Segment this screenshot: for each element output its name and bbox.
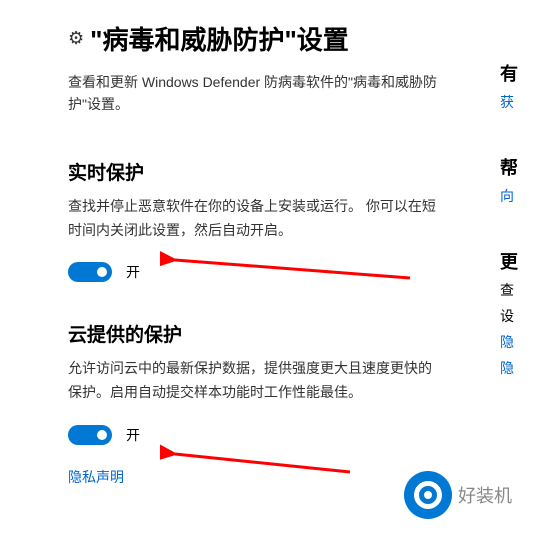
cloud-toggle-label: 开 <box>126 425 140 445</box>
realtime-title: 实时保护 <box>68 158 440 185</box>
privacy-link[interactable]: 隐私声明 <box>68 467 124 487</box>
right-heading-3: 更 <box>500 248 536 274</box>
page-header: ⚙ "病毒和威胁防护"设置 <box>68 20 440 57</box>
watermark: 好装机 <box>404 471 512 519</box>
right-heading-1: 有 <box>500 60 536 86</box>
section-realtime: 实时保护 查找并停止恶意软件在你的设备上安装或运行。 你可以在短时间内关闭此设置… <box>68 158 440 283</box>
cloud-title: 云提供的保护 <box>68 320 440 347</box>
cloud-desc: 允许访问云中的最新保护数据，提供强度更大且速度更快的保护。启用自动提交样本功能时… <box>68 357 440 405</box>
right-sidebar: 有 获 帮 向 更 查 设 隐 隐 <box>500 60 536 420</box>
cloud-toggle-row: 开 <box>68 425 440 445</box>
realtime-toggle[interactable] <box>68 262 112 282</box>
right-text-1: 查 <box>500 280 536 300</box>
gear-icon: ⚙ <box>68 28 84 49</box>
realtime-desc: 查找并停止恶意软件在你的设备上安装或运行。 你可以在短时间内关闭此设置，然后自动… <box>68 195 440 243</box>
right-link-2[interactable]: 向 <box>500 186 536 206</box>
right-link-1[interactable]: 获 <box>500 92 536 112</box>
realtime-toggle-label: 开 <box>126 262 140 282</box>
watermark-text: 好装机 <box>458 482 512 508</box>
right-text-2: 设 <box>500 306 536 326</box>
cloud-toggle[interactable] <box>68 425 112 445</box>
page-subtitle: 查看和更新 Windows Defender 防病毒软件的"病毒和威胁防护"设置… <box>68 71 440 116</box>
realtime-toggle-row: 开 <box>68 262 440 282</box>
page-title: "病毒和威胁防护"设置 <box>90 20 349 57</box>
right-link-4[interactable]: 隐 <box>500 358 536 378</box>
watermark-logo-icon <box>404 471 452 519</box>
right-heading-2: 帮 <box>500 154 536 180</box>
right-link-3[interactable]: 隐 <box>500 332 536 352</box>
section-cloud: 云提供的保护 允许访问云中的最新保护数据，提供强度更大且速度更快的保护。启用自动… <box>68 320 440 487</box>
